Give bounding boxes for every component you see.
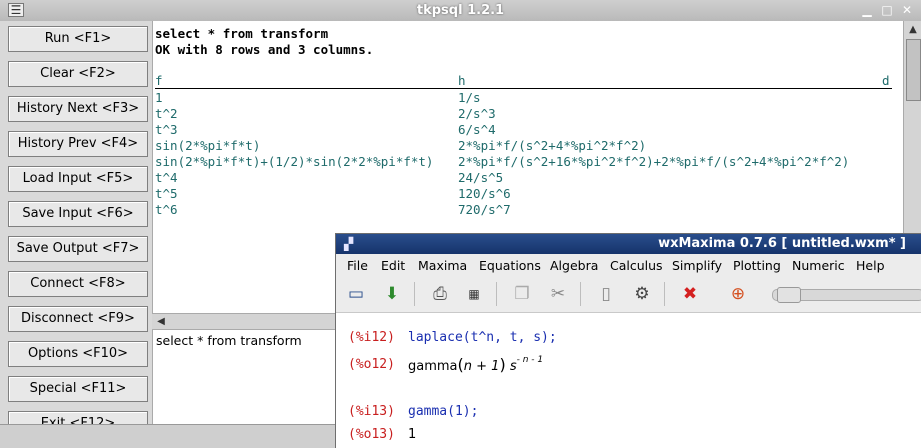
output-base: s <box>509 359 517 374</box>
wxmaxima-title: wxMaxima 0.7.6 [ untitled.wxm* ] <box>658 236 906 251</box>
tkpsql-button-panel: Run <F1> Clear <F2> History Next <F3> Hi… <box>0 21 152 447</box>
save-input-button[interactable]: Save Input <F6> <box>8 201 148 227</box>
scroll-thumb[interactable] <box>906 39 921 101</box>
slider-knob[interactable] <box>777 287 801 303</box>
menu-calculus[interactable]: Calculus <box>610 258 663 273</box>
header-divider <box>155 88 892 89</box>
scroll-up-icon[interactable]: ▲ <box>906 23 920 37</box>
close-icon[interactable]: ✕ <box>900 3 914 17</box>
menu-plotting[interactable]: Plotting <box>733 258 781 273</box>
wxmaxima-app-icon[interactable]: ▞ <box>344 238 356 250</box>
column-header-d: d <box>882 73 890 88</box>
column-header-h: h <box>458 73 466 88</box>
wxmaxima-titlebar[interactable]: ▞ wxMaxima 0.7.6 [ untitled.wxm* ] <box>336 234 921 254</box>
copy-icon[interactable]: ❐ <box>510 282 534 306</box>
menu-help[interactable]: Help <box>856 258 885 273</box>
input-cell-i13[interactable]: gamma(1); <box>408 404 478 419</box>
help-icon[interactable]: ⊕ <box>726 282 750 306</box>
print-icon[interactable]: ⎙ <box>428 282 452 306</box>
minimize-icon[interactable]: ▁ <box>860 3 874 17</box>
input-cell-i12[interactable]: laplace(t^n, t, s); <box>408 330 557 345</box>
options-icon[interactable]: ▦ <box>462 282 486 306</box>
output-label-o12: (%o12) <box>348 357 395 372</box>
output-function: gamma <box>408 359 458 374</box>
bottom-scrollbar[interactable] <box>0 424 335 448</box>
output-query: select * from transform <box>155 26 329 41</box>
save-output-button[interactable]: Save Output <F7> <box>8 236 148 262</box>
disconnect-button[interactable]: Disconnect <F9> <box>8 306 148 332</box>
wxmaxima-menubar: File Edit Maxima Equations Algebra Calcu… <box>336 254 921 276</box>
cell-f: t^4 <box>155 170 178 185</box>
menu-algebra[interactable]: Algebra <box>550 258 598 273</box>
toolbar-separator <box>580 282 581 306</box>
connect-button[interactable]: Connect <F8> <box>8 271 148 297</box>
menu-numeric[interactable]: Numeric <box>792 258 845 273</box>
maximize-icon[interactable]: □ <box>880 3 894 17</box>
output-cell-o12: gamma(n + 1) s- n - 1 <box>408 354 544 374</box>
menu-equations[interactable]: Equations <box>479 258 541 273</box>
options-button[interactable]: Options <F10> <box>8 341 148 367</box>
input-label-i13: (%i13) <box>348 404 395 419</box>
toolbar-separator <box>664 282 665 306</box>
open-icon[interactable]: ⬇ <box>380 282 404 306</box>
cell-f: sin(2*%pi*f*t)+(1/2)*sin(2*2*%pi*f*t) <box>155 154 434 169</box>
output-status: OK with 8 rows and 3 columns. <box>155 42 374 57</box>
cell-h: 720/s^7 <box>458 202 511 217</box>
cell-f: t^5 <box>155 186 178 201</box>
cell-f: t^2 <box>155 106 178 121</box>
cell-h: 24/s^5 <box>458 170 504 185</box>
output-exponent: - n - 1 <box>516 354 544 365</box>
cell-f: sin(2*%pi*f*t) <box>155 138 261 153</box>
column-header-f: f <box>155 73 163 88</box>
history-prev-button[interactable]: History Prev <F4> <box>8 131 148 157</box>
output-horizontal-scrollbar[interactable]: ◀ <box>152 313 352 330</box>
select-all-icon[interactable]: ▯ <box>594 282 618 306</box>
output-label-o13: (%o13) <box>348 427 395 442</box>
wxmaxima-window: ▞ wxMaxima 0.7.6 [ untitled.wxm* ] File … <box>335 233 921 448</box>
input-label-i12: (%i12) <box>348 330 395 345</box>
menu-maxima[interactable]: Maxima <box>418 258 467 273</box>
run-button[interactable]: Run <F1> <box>8 26 148 52</box>
tkpsql-title: tkpsql 1.2.1 <box>416 3 505 18</box>
history-next-button[interactable]: History Next <F3> <box>8 96 148 122</box>
wxmaxima-document[interactable]: (%i12) laplace(t^n, t, s); (%o12) gamma(… <box>336 313 921 448</box>
cell-h: 2*%pi*f/(s^2+4*%pi^2*f^2) <box>458 138 647 153</box>
wxmaxima-toolbar: ▭ ⬇ ⎙ ▦ ❐ ✂ ▯ ⚙ ✖ ⊕ <box>336 276 921 313</box>
output-cell-o13: 1 <box>408 427 417 442</box>
query-input-text[interactable]: select * from transform <box>156 333 302 348</box>
menu-file[interactable]: File <box>347 258 368 273</box>
output-argument: n + 1 <box>463 359 500 374</box>
cell-f: t^3 <box>155 122 178 137</box>
query-input-pane[interactable]: select * from transform <box>152 329 353 425</box>
cell-f: t^6 <box>155 202 178 217</box>
cell-f: 1 <box>155 90 163 105</box>
scroll-left-icon[interactable]: ◀ <box>154 315 168 329</box>
load-input-button[interactable]: Load Input <F5> <box>8 166 148 192</box>
menu-simplify[interactable]: Simplify <box>672 258 722 273</box>
clear-button[interactable]: Clear <F2> <box>8 61 148 87</box>
animation-slider[interactable] <box>772 287 921 303</box>
cell-h: 2/s^3 <box>458 106 496 121</box>
toolbar-separator <box>414 282 415 306</box>
preferences-icon[interactable]: ⚙ <box>630 282 654 306</box>
new-icon[interactable]: ▭ <box>344 282 368 306</box>
cell-h: 120/s^6 <box>458 186 511 201</box>
menu-edit[interactable]: Edit <box>381 258 405 273</box>
cell-h: 6/s^4 <box>458 122 496 137</box>
interrupt-icon[interactable]: ✖ <box>678 282 702 306</box>
toolbar-separator <box>496 282 497 306</box>
cell-h: 1/s <box>458 90 481 105</box>
cut-icon[interactable]: ✂ <box>546 282 570 306</box>
special-button[interactable]: Special <F11> <box>8 376 148 402</box>
tkpsql-titlebar[interactable]: ☰ tkpsql 1.2.1 ▁ □ ✕ <box>0 0 921 22</box>
cell-h: 2*%pi*f/(s^2+16*%pi^2*f^2)+2*%pi*f/(s^2+… <box>458 154 850 169</box>
